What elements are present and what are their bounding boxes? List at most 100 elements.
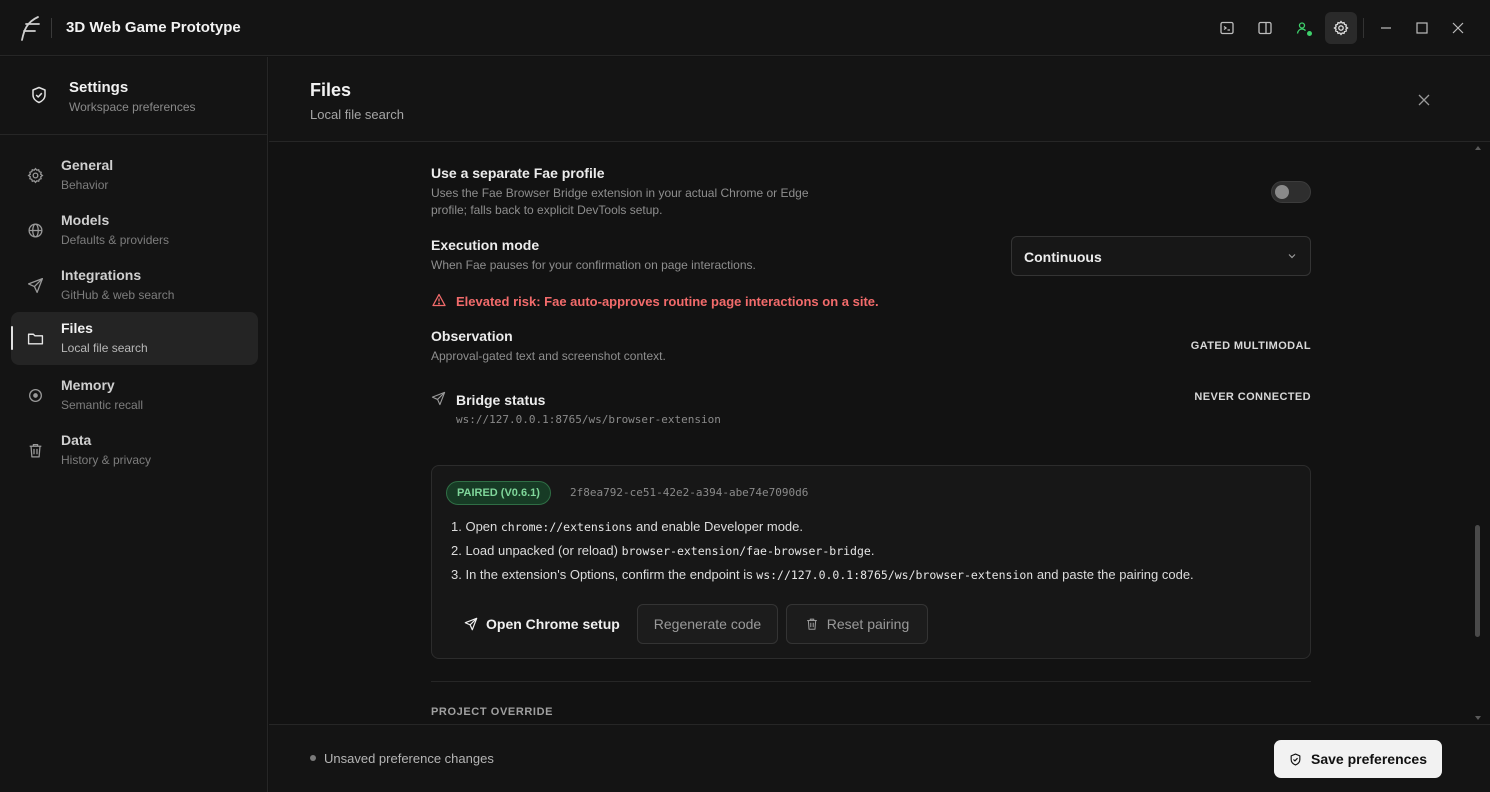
setup-step-1: 1. Open chrome://extensions and enable D… [451,519,803,534]
maximize-icon [1416,22,1428,34]
sidebar-header: Settings Workspace preferences [0,57,268,135]
step-text: 3. In the extension's Options, confirm t… [451,567,757,582]
sidebar-item-label: General [61,157,114,173]
button-label: Open Chrome setup [486,616,620,632]
save-preferences-button[interactable]: Save preferences [1274,740,1442,778]
trash-icon [29,444,42,458]
trash-icon [806,618,817,630]
open-chrome-setup-button[interactable]: Open Chrome setup [446,604,626,644]
account-button[interactable] [1287,12,1319,44]
sidebar-item-sub: Semantic recall [61,398,144,412]
sidebar-item-label: Integrations [61,267,142,283]
sidebar-item-data[interactable]: Data History & privacy [11,424,258,477]
chevron-down-icon [1288,254,1296,259]
app-logo-icon [21,16,40,41]
scrollbar-thumb[interactable] [1475,525,1480,637]
bridge-url: ws://127.0.0.1:8765/ws/browser-extension [456,413,721,426]
close-icon[interactable] [1415,91,1433,109]
settings-content: Use a separate Fae profile Uses the Fae … [269,143,1490,724]
sidebar-item-files[interactable]: Files Local file search [11,312,258,365]
close-icon [1452,22,1464,34]
scroll-down-arrow[interactable] [1475,716,1481,720]
sidebar-item-sub: Behavior [61,178,109,192]
presence-dot [1307,31,1312,36]
sidebar-item-models[interactable]: Models Defaults & providers [11,204,258,257]
sidebar-item-sub: Defaults & providers [61,233,170,247]
unsaved-status: Unsaved preference changes [324,751,494,766]
title-divider [51,18,52,38]
step-text: 2. Load unpacked (or reload) [451,543,622,558]
separate-profile-title: Use a separate Fae profile [431,165,605,181]
observation-title: Observation [431,328,513,344]
reset-pairing-button[interactable]: Reset pairing [786,604,928,644]
gear-icon [1333,20,1349,36]
section-divider [431,681,1311,682]
sidebar-item-sub: Local file search [61,341,148,355]
main-header: Files Local file search [269,57,1490,142]
bridge-status-title: Bridge status [456,392,546,408]
sidebar-item-label: Models [61,212,110,228]
separate-profile-desc-line2: profile; falls back to explicit DevTools… [431,203,663,217]
globe-icon [28,223,43,238]
button-label: Save preferences [1311,751,1427,767]
step-text: 1. Open [451,519,501,534]
maximize-button[interactable] [1406,12,1438,44]
step-code: chrome://extensions [500,520,633,534]
sidebar-subtitle: Workspace preferences [69,100,196,114]
terminal-button[interactable] [1211,12,1243,44]
page-title: Files [310,80,352,100]
setup-step-2: 2. Load unpacked (or reload) browser-ext… [451,543,874,558]
sidebar-title: Settings [69,79,129,96]
sidebar-item-label: Files [61,320,93,336]
sidebar-item-sub: GitHub & web search [61,288,175,302]
setup-step-3: 3. In the extension's Options, confirm t… [451,567,1194,582]
sidebar-item-sub: History & privacy [61,453,152,467]
project-override-label: PROJECT OVERRIDE [431,706,554,718]
risk-warning: Elevated risk: Fae auto-approves routine… [456,294,879,309]
execution-mode-title: Execution mode [431,237,540,253]
paired-badge: PAIRED (V0.6.1) [446,481,551,505]
separate-profile-toggle[interactable] [1271,181,1311,203]
split-panel-icon [1258,21,1272,35]
minimize-icon [1381,27,1391,29]
terminal-icon [1220,21,1234,35]
warning-icon [432,293,446,307]
step-text: and enable Developer mode. [632,519,803,534]
sidebar-item-memory[interactable]: Memory Semantic recall [11,369,258,422]
execution-mode-desc: When Fae pauses for your confirmation on… [431,258,756,272]
toolbar-separator [1363,18,1364,38]
execution-mode-select[interactable]: Continuous [1011,236,1311,276]
folder-icon [27,333,44,345]
sidebar-item-label: Memory [61,377,115,393]
pairing-card: PAIRED (V0.6.1) 2f8ea792-ce51-42e2-a394-… [431,465,1311,659]
bridge-status-badge: NEVER CONNECTED [1194,391,1311,403]
separate-profile-desc-line1: Uses the Fae Browser Bridge extension in… [431,186,809,200]
close-window-button[interactable] [1442,12,1474,44]
sidebar-item-integrations[interactable]: Integrations GitHub & web search [11,259,258,312]
send-icon [431,391,446,406]
button-label: Regenerate code [653,616,762,632]
settings-sidebar: Settings Workspace preferences General B… [0,57,268,792]
settings-footer: Unsaved preference changes Save preferen… [269,724,1490,792]
regenerate-code-button[interactable]: Regenerate code [637,604,778,644]
shield-check-icon [32,86,46,104]
split-view-button[interactable] [1249,12,1281,44]
observation-badge: GATED MULTIMODAL [1190,340,1311,352]
pairing-code: 2f8ea792-ce51-42e2-a394-abe74e7090d6 [570,486,809,499]
gear-icon [27,167,44,184]
page-subtitle: Local file search [310,107,404,122]
title-bar: 3D Web Game Prototype [0,0,1490,56]
minimize-button[interactable] [1370,12,1402,44]
unsaved-indicator [310,755,316,761]
execution-mode-value: Continuous [1024,249,1102,265]
scroll-up-arrow[interactable] [1475,146,1481,150]
settings-button[interactable] [1325,12,1357,44]
app-title: 3D Web Game Prototype [66,19,241,36]
send-icon [27,277,44,294]
observation-desc: Approval-gated text and screenshot conte… [431,349,666,363]
step-text: and paste the pairing code. [1033,567,1194,582]
toggle-knob [1275,185,1289,199]
sidebar-item-general[interactable]: General Behavior [11,149,258,202]
step-text: . [870,543,875,558]
target-icon [29,389,42,402]
